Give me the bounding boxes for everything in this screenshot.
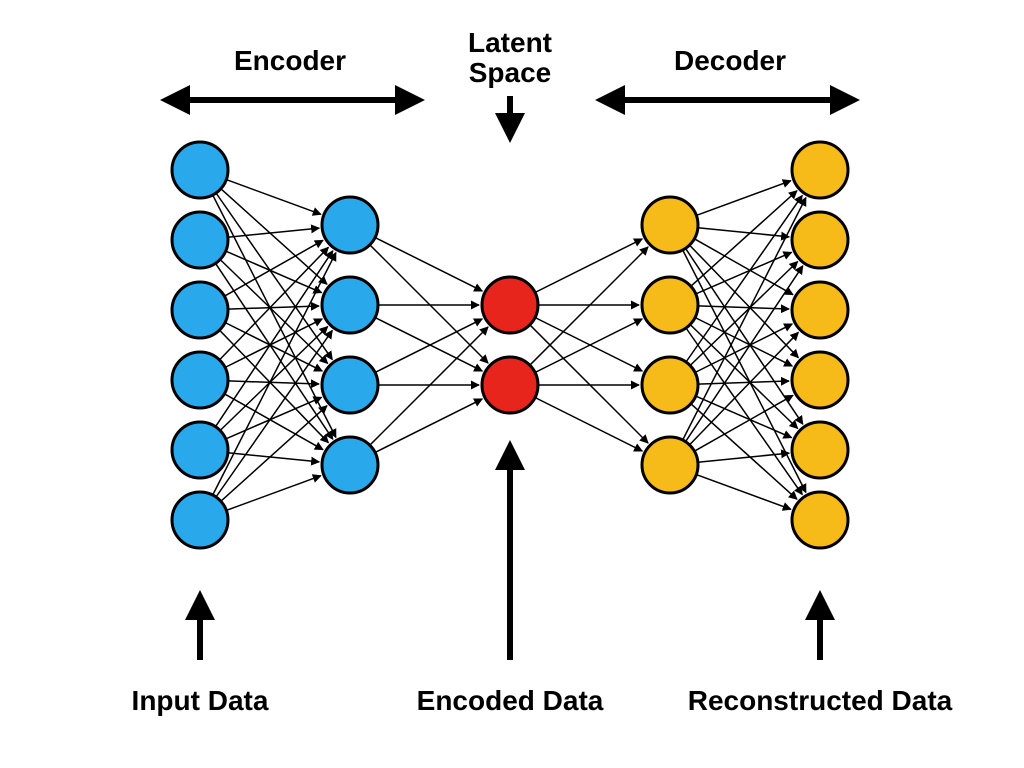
encoder_hidden-node [322,277,378,333]
connection-arrow [690,332,799,445]
connection-arrow [228,306,319,309]
latent-space-label-line1: Latent [468,27,552,58]
connection-arrow [696,475,791,510]
input-data-label: Input Data [132,685,269,716]
top-labels-group: Encoder Latent Space Decoder [175,27,845,128]
connection-arrow [535,239,642,293]
input-node [172,142,228,198]
connection-arrow [228,381,319,384]
output-node [792,282,848,338]
output-node [792,212,848,268]
connection-arrow [691,191,797,287]
connection-arrow [694,395,793,451]
connection-arrow [375,399,482,453]
encoder_hidden-node [322,197,378,253]
input-node [172,422,228,478]
connection-arrow [530,325,648,443]
connection-arrow [683,198,806,440]
decoder_hidden-node [642,357,698,413]
reconstructed-data-label: Reconstructed Data [688,685,953,716]
connection-arrow [375,318,482,372]
input-node [172,282,228,338]
connection-arrow [375,319,482,373]
decoder_hidden-node [642,197,698,253]
output-node [792,422,848,478]
decoder_hidden-node [642,277,698,333]
output-node [792,142,848,198]
latent-node [482,277,538,333]
connection-arrow [698,228,789,237]
input-node [172,212,228,268]
input-node [172,352,228,408]
output-node [792,352,848,408]
input-node [172,492,228,548]
connection-arrow [696,252,792,294]
latent-space-label-line2: Space [469,57,552,88]
connection-arrow [216,193,332,360]
connection-arrow [696,181,791,216]
connection-arrow [694,239,793,295]
connection-arrow [213,195,336,437]
encoded-data-label: Encoded Data [417,685,604,716]
decoder_hidden-node [642,437,698,493]
connection-arrow [213,253,336,495]
autoencoder-diagram: Encoder Latent Space Decoder Input Data … [0,0,1024,768]
connection-arrow [530,247,648,365]
connection-arrow [698,453,789,462]
connection-arrow [691,404,797,500]
connection-arrow [535,398,642,452]
connection-arrow [696,396,792,438]
connection-arrow [226,180,321,215]
connection-arrow [683,250,806,492]
connection-arrow [695,324,792,373]
connection-arrow [226,476,321,511]
decoder-label: Decoder [674,45,786,76]
encoder_hidden-node [322,357,378,413]
latent-node [482,357,538,413]
connection-arrow [690,245,799,358]
encoder_hidden-node [322,437,378,493]
output-node [792,492,848,548]
connection-arrow [216,330,332,497]
connection-arrow [695,318,792,367]
encoder-label: Encoder [234,45,346,76]
connection-arrow [375,238,482,292]
